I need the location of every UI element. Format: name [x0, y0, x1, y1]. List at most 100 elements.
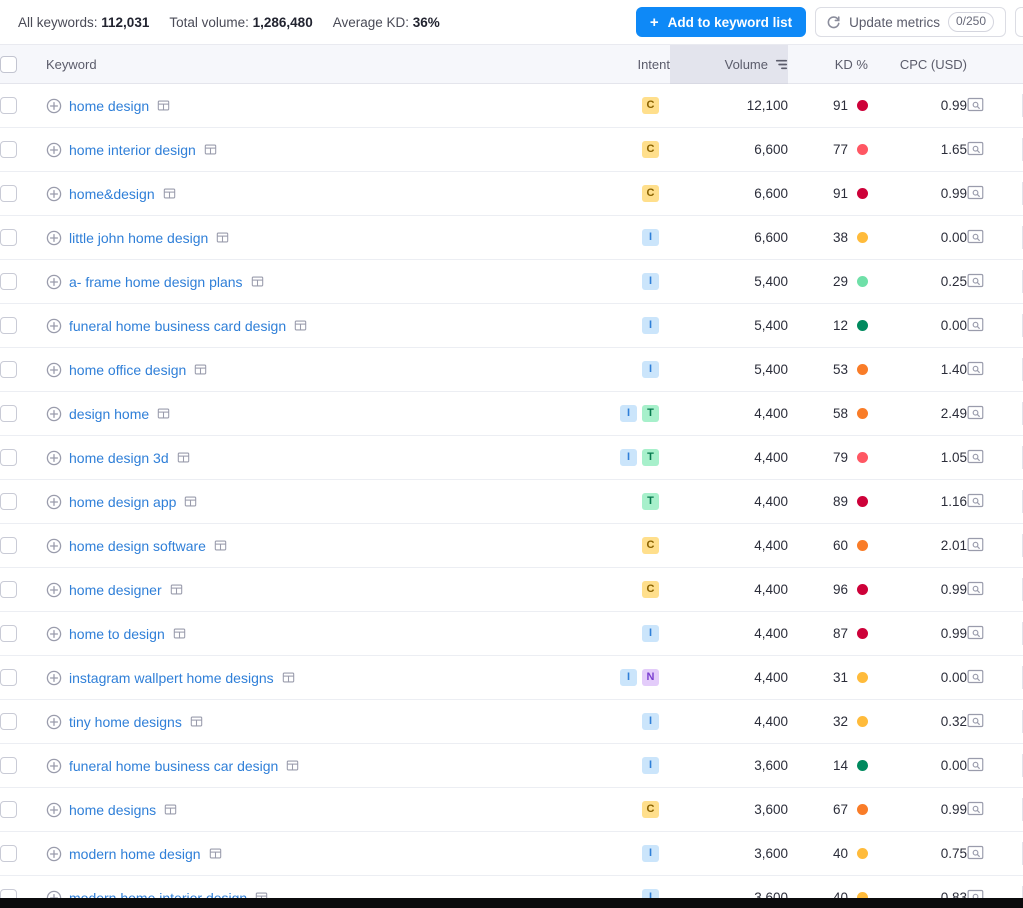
add-keyword-icon[interactable] — [46, 186, 62, 202]
keyword-link[interactable]: home designer — [69, 582, 162, 598]
table-row[interactable]: design home I T 4,400 58 2.49 — [0, 391, 1023, 436]
intent-badge-i[interactable]: I — [642, 713, 659, 730]
serp-features-icon[interactable] — [164, 803, 177, 816]
add-keyword-icon[interactable] — [46, 802, 62, 818]
add-keyword-icon[interactable] — [46, 758, 62, 774]
serp-features-icon[interactable] — [216, 231, 229, 244]
row-checkbox[interactable] — [0, 581, 17, 598]
serp-preview-icon[interactable] — [967, 537, 984, 552]
serp-preview-icon[interactable] — [967, 845, 984, 860]
serp-features-icon[interactable] — [173, 627, 186, 640]
table-row[interactable]: modern home design I 3,600 40 0.75 — [0, 831, 1023, 876]
intent-badge-i[interactable]: I — [620, 449, 637, 466]
serp-features-icon[interactable] — [286, 759, 299, 772]
row-checkbox[interactable] — [0, 361, 17, 378]
sort-descending-icon[interactable] — [775, 58, 788, 71]
keyword-link[interactable]: home&design — [69, 186, 155, 202]
more-options-button[interactable] — [1015, 7, 1023, 37]
table-row[interactable]: tiny home designs I 4,400 32 0.32 — [0, 699, 1023, 744]
table-row[interactable]: home design C 12,100 91 0.99 — [0, 83, 1023, 128]
column-header-kd[interactable]: KD % — [788, 44, 868, 84]
row-checkbox[interactable] — [0, 185, 17, 202]
row-checkbox[interactable] — [0, 625, 17, 642]
serp-preview-icon[interactable] — [967, 185, 984, 200]
add-keyword-icon[interactable] — [46, 494, 62, 510]
add-keyword-icon[interactable] — [46, 670, 62, 686]
add-keyword-icon[interactable] — [46, 406, 62, 422]
keyword-link[interactable]: funeral home business car design — [69, 758, 278, 774]
serp-preview-icon[interactable] — [967, 581, 984, 596]
serp-features-icon[interactable] — [194, 363, 207, 376]
intent-badge-t[interactable]: T — [642, 405, 659, 422]
add-keyword-icon[interactable] — [46, 714, 62, 730]
keyword-link[interactable]: funeral home business card design — [69, 318, 286, 334]
add-keyword-icon[interactable] — [46, 230, 62, 246]
keyword-link[interactable]: a- frame home design plans — [69, 274, 243, 290]
serp-preview-icon[interactable] — [967, 669, 984, 684]
serp-preview-icon[interactable] — [967, 361, 984, 376]
serp-preview-icon[interactable] — [967, 713, 984, 728]
keyword-link[interactable]: home design software — [69, 538, 206, 554]
table-row[interactable]: home design software C 4,400 60 2.01 — [0, 523, 1023, 568]
row-checkbox[interactable] — [0, 141, 17, 158]
add-keyword-icon[interactable] — [46, 626, 62, 642]
serp-preview-icon[interactable] — [967, 449, 984, 464]
column-header-keyword[interactable]: Keyword — [46, 44, 607, 84]
add-keyword-icon[interactable] — [46, 98, 62, 114]
row-checkbox[interactable] — [0, 493, 17, 510]
add-to-keyword-list-button[interactable]: + Add to keyword list — [635, 7, 807, 37]
table-row[interactable]: little john home design I 6,600 38 0.00 — [0, 215, 1023, 260]
keyword-link[interactable]: little john home design — [69, 230, 208, 246]
intent-badge-c[interactable]: C — [642, 537, 659, 554]
keyword-link[interactable]: home design 3d — [69, 450, 169, 466]
add-keyword-icon[interactable] — [46, 450, 62, 466]
add-keyword-icon[interactable] — [46, 362, 62, 378]
serp-preview-icon[interactable] — [967, 141, 984, 156]
serp-features-icon[interactable] — [251, 275, 264, 288]
update-metrics-button[interactable]: Update metrics 0/250 — [815, 7, 1006, 37]
row-checkbox[interactable] — [0, 405, 17, 422]
row-checkbox[interactable] — [0, 229, 17, 246]
keyword-link[interactable]: home to design — [69, 626, 165, 642]
serp-features-icon[interactable] — [294, 319, 307, 332]
keyword-link[interactable]: home office design — [69, 362, 186, 378]
intent-badge-i[interactable]: I — [642, 229, 659, 246]
keyword-link[interactable]: home interior design — [69, 142, 196, 158]
serp-features-icon[interactable] — [170, 583, 183, 596]
row-checkbox[interactable] — [0, 317, 17, 334]
row-checkbox[interactable] — [0, 449, 17, 466]
serp-preview-icon[interactable] — [967, 405, 984, 420]
keyword-link[interactable]: modern home design — [69, 846, 201, 862]
intent-badge-i[interactable]: I — [620, 405, 637, 422]
table-row[interactable]: home interior design C 6,600 77 1.65 — [0, 127, 1023, 172]
serp-features-icon[interactable] — [157, 407, 170, 420]
intent-badge-t[interactable]: T — [642, 493, 659, 510]
table-row[interactable]: home designer C 4,400 96 0.99 — [0, 567, 1023, 612]
table-row[interactable]: home design 3d I T 4,400 79 1.05 — [0, 435, 1023, 480]
serp-features-icon[interactable] — [190, 715, 203, 728]
intent-badge-i[interactable]: I — [642, 317, 659, 334]
table-row[interactable]: home design app T 4,400 89 1.16 — [0, 479, 1023, 524]
keyword-link[interactable]: instagram wallpert home designs — [69, 670, 274, 686]
row-checkbox[interactable] — [0, 713, 17, 730]
add-keyword-icon[interactable] — [46, 318, 62, 334]
row-checkbox[interactable] — [0, 801, 17, 818]
serp-features-icon[interactable] — [184, 495, 197, 508]
intent-badge-i[interactable]: I — [642, 845, 659, 862]
table-row[interactable]: home&design C 6,600 91 0.99 — [0, 171, 1023, 216]
add-keyword-icon[interactable] — [46, 846, 62, 862]
table-row[interactable]: home office design I 5,400 53 1.40 — [0, 347, 1023, 392]
table-row[interactable]: a- frame home design plans I 5,400 29 0.25 — [0, 259, 1023, 304]
intent-badge-t[interactable]: T — [642, 449, 659, 466]
add-keyword-icon[interactable] — [46, 582, 62, 598]
row-checkbox[interactable] — [0, 97, 17, 114]
add-keyword-icon[interactable] — [46, 142, 62, 158]
horizontal-scrollbar[interactable] — [0, 898, 1023, 908]
keyword-link[interactable]: home design app — [69, 494, 176, 510]
keyword-link[interactable]: home design — [69, 98, 149, 114]
row-checkbox[interactable] — [0, 757, 17, 774]
serp-preview-icon[interactable] — [967, 625, 984, 640]
row-checkbox[interactable] — [0, 845, 17, 862]
table-row[interactable]: instagram wallpert home designs I N 4,400 31… — [0, 655, 1023, 700]
intent-badge-i[interactable]: I — [642, 273, 659, 290]
